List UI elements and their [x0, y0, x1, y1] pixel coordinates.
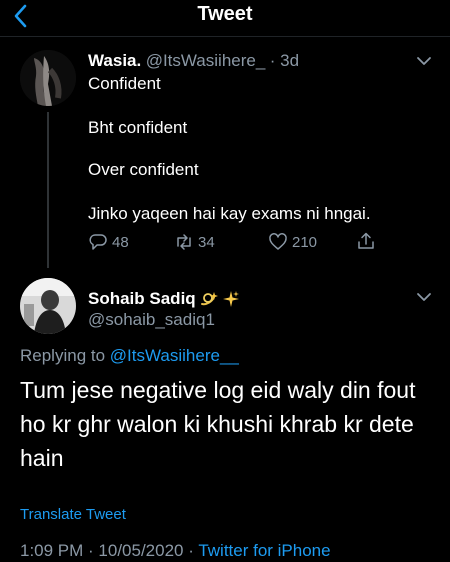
avatar-image — [20, 278, 76, 334]
tweet-text-line: Over confident — [88, 160, 199, 179]
reply-action[interactable]: 48 — [88, 232, 129, 252]
avatar[interactable] — [20, 50, 76, 106]
share-action[interactable] — [356, 231, 376, 251]
tweet-metadata: 1:09 PM · 10/05/2020 · Twitter for iPhon… — [20, 541, 331, 561]
replying-to: Replying to @ItsWasiihere__ — [20, 346, 239, 366]
sparkles-emoji — [222, 291, 239, 307]
thread-connector — [47, 112, 49, 268]
retweet-icon — [177, 234, 191, 250]
tweet-header: Wasia. @ItsWasiihere_ · 3d — [88, 51, 299, 71]
chevron-down-icon[interactable] — [416, 56, 432, 66]
replying-label: Replying to — [20, 346, 106, 365]
avatar[interactable] — [20, 278, 76, 334]
avatar-image — [20, 50, 76, 106]
user-handle[interactable]: @sohaib_sadiq1 — [88, 310, 215, 330]
user-handle[interactable]: @ItsWasiihere_ — [146, 51, 266, 70]
tweet-header: Sohaib Sadiq — [88, 289, 240, 309]
tweet-text: Tum jese negative log eid waly din fout … — [20, 377, 416, 471]
like-count: 210 — [292, 233, 318, 251]
tweet-text-line: Confident — [88, 74, 161, 93]
retweet-count: 34 — [198, 233, 215, 251]
chevron-down-icon[interactable] — [416, 292, 432, 302]
reply-count: 48 — [112, 233, 129, 251]
share-icon — [358, 232, 374, 249]
display-name[interactable]: Sohaib Sadiq — [88, 289, 196, 309]
reply-icon — [89, 234, 107, 250]
like-action[interactable]: 210 — [268, 232, 317, 252]
source-link[interactable]: Twitter for iPhone — [198, 541, 330, 560]
translate-tweet-link[interactable]: Translate Tweet — [20, 506, 126, 523]
tweet-text-line: Bht confident — [88, 118, 188, 137]
page-title: Tweet — [197, 3, 253, 25]
heart-icon — [269, 233, 287, 250]
replying-handle-link[interactable]: @ItsWasiihere__ — [110, 346, 239, 365]
tweet-text-line: Jinko yaqeen hai kay exams ni hngai. — [88, 204, 371, 223]
tweet-time: · 3d — [269, 51, 300, 70]
retweet-action[interactable]: 34 — [174, 232, 215, 252]
display-name[interactable]: Wasia. — [88, 51, 141, 70]
timestamp: 1:09 PM · 10/05/2020 · — [20, 541, 194, 560]
dizzy-emoji — [200, 292, 218, 306]
